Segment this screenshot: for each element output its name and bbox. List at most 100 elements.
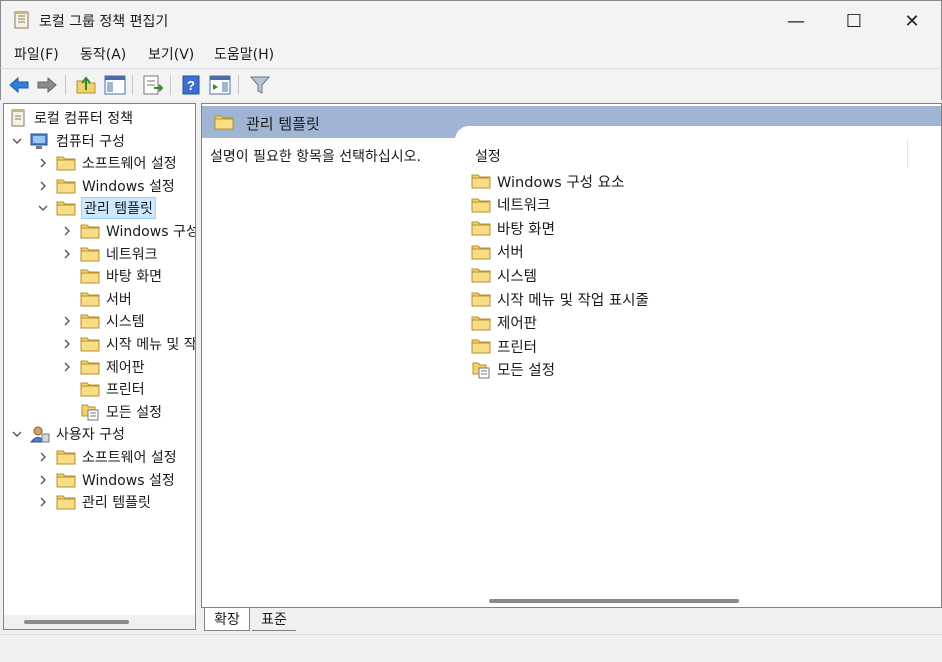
help-button[interactable]: ? <box>179 73 203 97</box>
tree-item-label: 사용자 구성 <box>56 427 125 444</box>
menu-action[interactable]: 동작(A) <box>80 44 126 64</box>
tab-extended[interactable]: 확장 <box>204 608 250 631</box>
tree-horizontal-scrollbar[interactable] <box>4 615 195 629</box>
list-item[interactable]: 네트워크 <box>471 194 550 216</box>
tree-item-all-settings[interactable]: 모든 설정 <box>60 401 162 423</box>
tree-item-printers[interactable]: 프린터 <box>60 378 145 400</box>
tree-item-windows-components[interactable]: Windows 구성 요소 <box>60 220 195 242</box>
list-item[interactable]: 서버 <box>471 241 524 263</box>
toolbar-separator <box>132 75 133 95</box>
list-item[interactable]: 모든 설정 <box>471 359 555 381</box>
tree-item-system[interactable]: 시스템 <box>60 310 145 332</box>
chevron-down-icon[interactable] <box>10 134 24 148</box>
list-item[interactable]: 시작 메뉴 및 작업 표시줄 <box>471 288 649 310</box>
forward-arrow-icon <box>37 76 57 94</box>
tree-item-label: 소프트웨어 설정 <box>82 450 177 466</box>
column-header-setting[interactable]: 설정 <box>475 146 501 166</box>
folder-icon <box>471 219 491 237</box>
minimize-button[interactable]: — <box>767 1 825 41</box>
tree-item-server[interactable]: 서버 <box>60 288 132 310</box>
chevron-right-icon[interactable] <box>36 450 50 464</box>
menu-help[interactable]: 도움말(H) <box>214 44 274 64</box>
tree-item-user-config[interactable]: 사용자 구성 <box>10 423 125 445</box>
menu-view[interactable]: 보기(V) <box>148 44 194 64</box>
forward-button[interactable] <box>35 73 59 97</box>
scrollbar-thumb[interactable] <box>24 620 129 624</box>
tree-item-user-software-settings[interactable]: 소프트웨어 설정 <box>36 446 177 468</box>
policy-editor-app-icon <box>14 11 30 29</box>
show-hide-action-pane-button[interactable] <box>208 73 232 97</box>
back-button[interactable] <box>7 73 31 97</box>
chevron-right-icon[interactable] <box>60 360 74 374</box>
tree-item-start-menu-taskbar[interactable]: 시작 메뉴 및 작업 표시줄 <box>60 333 196 355</box>
folder-icon <box>80 290 100 308</box>
tree-item-control-panel[interactable]: 제어판 <box>60 356 145 378</box>
maximize-icon: ☐ <box>845 10 863 32</box>
folder-icon <box>56 154 76 172</box>
tree-item-label: 네트워크 <box>106 246 158 263</box>
maximize-button[interactable]: ☐ <box>825 1 883 41</box>
show-hide-tree-icon <box>104 75 126 95</box>
computer-icon <box>30 132 50 150</box>
up-folder-icon <box>76 76 96 94</box>
tree-item-desktop[interactable]: 바탕 화면 <box>60 265 162 287</box>
folder-icon <box>56 177 76 195</box>
tree-item-label: Windows 설정 <box>82 472 175 489</box>
menu-bar: 파일(F) 동작(A) 보기(V) 도움말(H) <box>0 40 942 68</box>
folder-icon <box>471 290 491 308</box>
chevron-down-icon[interactable] <box>36 201 50 215</box>
description-pane: 설명이 필요한 항목을 선택하십시오. <box>202 138 455 607</box>
tree-item-network[interactable]: 네트워크 <box>60 243 158 265</box>
tree-item-label: 제어판 <box>106 359 145 376</box>
chevron-right-icon[interactable] <box>36 495 50 509</box>
chevron-right-icon[interactable] <box>36 156 50 170</box>
filter-button[interactable] <box>248 73 272 97</box>
list-horizontal-scrollbar[interactable] <box>469 594 941 607</box>
folder-icon <box>471 314 491 332</box>
scrollbar-thumb[interactable] <box>489 599 739 603</box>
chevron-right-icon[interactable] <box>36 473 50 487</box>
tree-item-computer-config[interactable]: 컴퓨터 구성 <box>10 130 125 152</box>
folder-icon <box>80 312 100 330</box>
svg-text:?: ? <box>187 78 195 93</box>
chevron-right-icon[interactable] <box>60 314 74 328</box>
tab-standard[interactable]: 표준 <box>252 608 296 631</box>
tree-item-windows-settings[interactable]: Windows 설정 <box>36 175 175 197</box>
chevron-down-icon[interactable] <box>10 427 24 441</box>
up-one-level-button[interactable] <box>74 73 98 97</box>
folder-icon <box>80 335 100 353</box>
tree-item-local-computer-policy[interactable]: 로컬 컴퓨터 정책 <box>8 107 133 129</box>
tree-item-user-admin-templates[interactable]: 관리 템플릿 <box>36 491 151 513</box>
title-bar: 로컬 그룹 정책 편집기 — ☐ ✕ <box>0 0 942 40</box>
chevron-right-icon[interactable] <box>60 224 74 238</box>
tree-item-label: 서버 <box>106 291 132 308</box>
help-icon: ? <box>182 75 200 95</box>
details-header-title: 관리 템플릿 <box>246 115 320 133</box>
tree-item-label: Windows 설정 <box>82 178 175 195</box>
close-button[interactable]: ✕ <box>883 1 941 41</box>
list-item[interactable]: 시스템 <box>471 264 537 286</box>
column-divider[interactable] <box>907 140 908 168</box>
tree-item-software-settings[interactable]: 소프트웨어 설정 <box>36 152 177 174</box>
show-hide-tree-button[interactable] <box>103 73 127 97</box>
folder-icon <box>471 196 491 214</box>
menu-file[interactable]: 파일(F) <box>14 44 59 64</box>
list-item-label: 바탕 화면 <box>497 221 555 238</box>
folder-icon <box>56 199 76 217</box>
tree-item-admin-templates[interactable]: 관리 템플릿 <box>36 197 156 220</box>
chevron-right-icon[interactable] <box>60 247 74 261</box>
list-item[interactable]: Windows 구성 요소 <box>471 170 624 192</box>
chevron-right-icon[interactable] <box>36 179 50 193</box>
list-item[interactable]: 프린터 <box>471 335 537 357</box>
list-item[interactable]: 바탕 화면 <box>471 217 555 239</box>
tree-item-label: 시작 메뉴 및 작업 표시줄 <box>106 337 196 353</box>
list-item[interactable]: 제어판 <box>471 312 537 334</box>
description-text: 설명이 필요한 항목을 선택하십시오. <box>210 149 421 165</box>
list-item-label: 시작 메뉴 및 작업 표시줄 <box>497 292 649 309</box>
close-icon: ✕ <box>904 10 920 32</box>
list-item-label: 서버 <box>497 245 524 262</box>
tree-item-user-windows-settings[interactable]: Windows 설정 <box>36 469 175 491</box>
chevron-right-icon[interactable] <box>60 337 74 351</box>
export-list-button[interactable] <box>141 73 165 97</box>
